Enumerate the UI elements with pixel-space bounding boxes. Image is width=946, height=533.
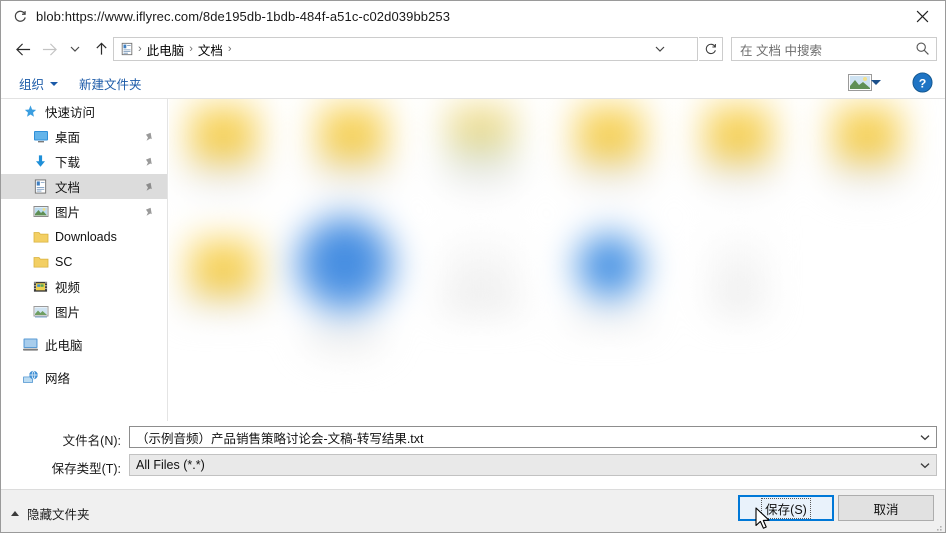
hide-folders-toggle[interactable]: 隐藏文件夹 bbox=[11, 504, 90, 523]
up-button[interactable] bbox=[88, 36, 114, 62]
title-bar: blob:https://www.iflyrec.com/8de195db-1b… bbox=[1, 1, 945, 32]
this-pc-icon bbox=[22, 336, 39, 353]
filename-label: 文件名(N): bbox=[62, 434, 121, 448]
breadcrumb-item-this-pc[interactable]: 此电脑 bbox=[143, 39, 189, 60]
chevron-down-icon bbox=[50, 81, 59, 86]
forward-button[interactable] bbox=[36, 36, 62, 62]
sidebar-item-label: 文档 bbox=[55, 181, 81, 195]
sidebar-item-this-pc[interactable]: 此电脑 bbox=[1, 332, 167, 357]
filename-input[interactable]: （示例音频）产品销售策略讨论会-文稿-转写结果.txt bbox=[129, 426, 937, 448]
filetype-label: 保存类型(T): bbox=[51, 462, 121, 476]
close-icon[interactable] bbox=[899, 1, 945, 32]
pictures-icon bbox=[32, 203, 49, 220]
video-icon bbox=[32, 278, 49, 295]
folder-icon bbox=[32, 228, 49, 245]
sidebar-item-label: SC bbox=[55, 254, 73, 269]
blurred-file-thumbnails bbox=[169, 99, 945, 421]
network-icon bbox=[22, 369, 39, 386]
sidebar-item-downloads[interactable]: Downloads bbox=[1, 224, 167, 249]
cancel-button-label: 取消 bbox=[873, 502, 899, 517]
sidebar-item-pictures[interactable]: 图片 bbox=[1, 199, 167, 224]
star-icon bbox=[22, 103, 39, 120]
sidebar-item-label: 此电脑 bbox=[45, 339, 83, 353]
toolbar: 组织 新建文件夹 ? bbox=[1, 66, 945, 99]
save-button[interactable]: 保存(S) bbox=[738, 495, 834, 521]
breadcrumb-separator: › bbox=[227, 43, 232, 55]
sidebar-item-label: Downloads bbox=[55, 229, 117, 244]
sidebar-item-documents[interactable]: 文档 bbox=[1, 174, 167, 199]
resize-grip[interactable] bbox=[932, 520, 944, 532]
organize-button[interactable]: 组织 bbox=[19, 74, 59, 93]
pin-icon[interactable] bbox=[144, 180, 155, 198]
sidebar-item-label: 图片 bbox=[55, 206, 81, 220]
hide-folders-label: 隐藏文件夹 bbox=[27, 508, 90, 522]
pictures-icon bbox=[32, 303, 49, 320]
cancel-button[interactable]: 取消 bbox=[838, 495, 934, 521]
window-title: blob:https://www.iflyrec.com/8de195db-1b… bbox=[36, 9, 451, 24]
download-icon bbox=[32, 153, 49, 170]
sidebar-item-label: 网络 bbox=[45, 372, 71, 386]
sidebar-item-videos[interactable]: 视频 bbox=[1, 274, 167, 299]
pin-icon[interactable] bbox=[144, 205, 155, 223]
save-file-dialog: blob:https://www.iflyrec.com/8de195db-1b… bbox=[0, 0, 946, 533]
sidebar-item-sc[interactable]: SC bbox=[1, 249, 167, 274]
view-mode-icon[interactable] bbox=[847, 73, 873, 91]
filetype-select[interactable]: All Files (*.*) bbox=[129, 454, 937, 476]
address-bar[interactable]: › 此电脑 › 文档 › bbox=[113, 37, 698, 61]
chevron-down-icon[interactable] bbox=[914, 427, 936, 447]
sidebar-item-downloads-cn[interactable]: 下载 bbox=[1, 149, 167, 174]
sidebar-item-label: 桌面 bbox=[55, 131, 81, 145]
pin-icon[interactable] bbox=[144, 130, 155, 148]
navigation-bar: › 此电脑 › 文档 › 在 文档 中搜索 bbox=[1, 32, 945, 66]
help-button[interactable]: ? bbox=[912, 72, 933, 93]
file-list[interactable] bbox=[169, 99, 945, 421]
filename-value: （示例音频）产品销售策略讨论会-文稿-转写结果.txt bbox=[136, 431, 424, 446]
chevron-down-icon[interactable] bbox=[649, 38, 671, 60]
sidebar-item-label: 图片 bbox=[55, 306, 81, 320]
breadcrumb-item-documents[interactable]: 文档 bbox=[194, 39, 227, 60]
chevron-down-icon[interactable] bbox=[914, 455, 936, 475]
back-button[interactable] bbox=[10, 36, 36, 62]
documents-icon bbox=[32, 178, 49, 195]
page-refresh-icon bbox=[11, 8, 29, 26]
save-button-label: 保存(S) bbox=[761, 497, 811, 519]
filetype-value: All Files (*.*) bbox=[136, 458, 205, 472]
svg-text:?: ? bbox=[919, 76, 927, 90]
file-form: 文件名(N): （示例音频）产品销售策略讨论会-文稿-转写结果.txt 保存类型… bbox=[1, 421, 945, 489]
new-folder-button[interactable]: 新建文件夹 bbox=[79, 74, 142, 93]
sidebar-item-label: 视频 bbox=[55, 281, 81, 295]
organize-label: 组织 bbox=[19, 78, 45, 92]
search-placeholder: 在 文档 中搜索 bbox=[740, 43, 822, 58]
new-folder-label: 新建文件夹 bbox=[79, 78, 142, 92]
dialog-body: 快速访问 桌面 下载 文档 图片 Downloads SC 视频 图片 此电脑 … bbox=[1, 99, 945, 421]
sidebar-item-network[interactable]: 网络 bbox=[1, 365, 167, 390]
recent-locations-button[interactable] bbox=[62, 36, 88, 62]
search-input[interactable]: 在 文档 中搜索 bbox=[731, 37, 937, 61]
navigation-pane[interactable]: 快速访问 桌面 下载 文档 图片 Downloads SC 视频 图片 此电脑 … bbox=[1, 99, 168, 421]
sidebar-item-desktop[interactable]: 桌面 bbox=[1, 124, 167, 149]
chevron-up-icon bbox=[11, 511, 19, 516]
sidebar-item-label: 下载 bbox=[55, 156, 81, 170]
folder-icon bbox=[32, 253, 49, 270]
documents-icon bbox=[119, 41, 135, 57]
refresh-button[interactable] bbox=[699, 37, 723, 61]
pin-icon[interactable] bbox=[144, 155, 155, 173]
sidebar-item-quick-access[interactable]: 快速访问 bbox=[1, 99, 167, 124]
sidebar-item-label: 快速访问 bbox=[45, 106, 96, 120]
sidebar-item-pictures-2[interactable]: 图片 bbox=[1, 299, 167, 324]
search-icon bbox=[915, 41, 930, 61]
desktop-icon bbox=[32, 128, 49, 145]
chevron-down-icon[interactable] bbox=[871, 80, 881, 85]
